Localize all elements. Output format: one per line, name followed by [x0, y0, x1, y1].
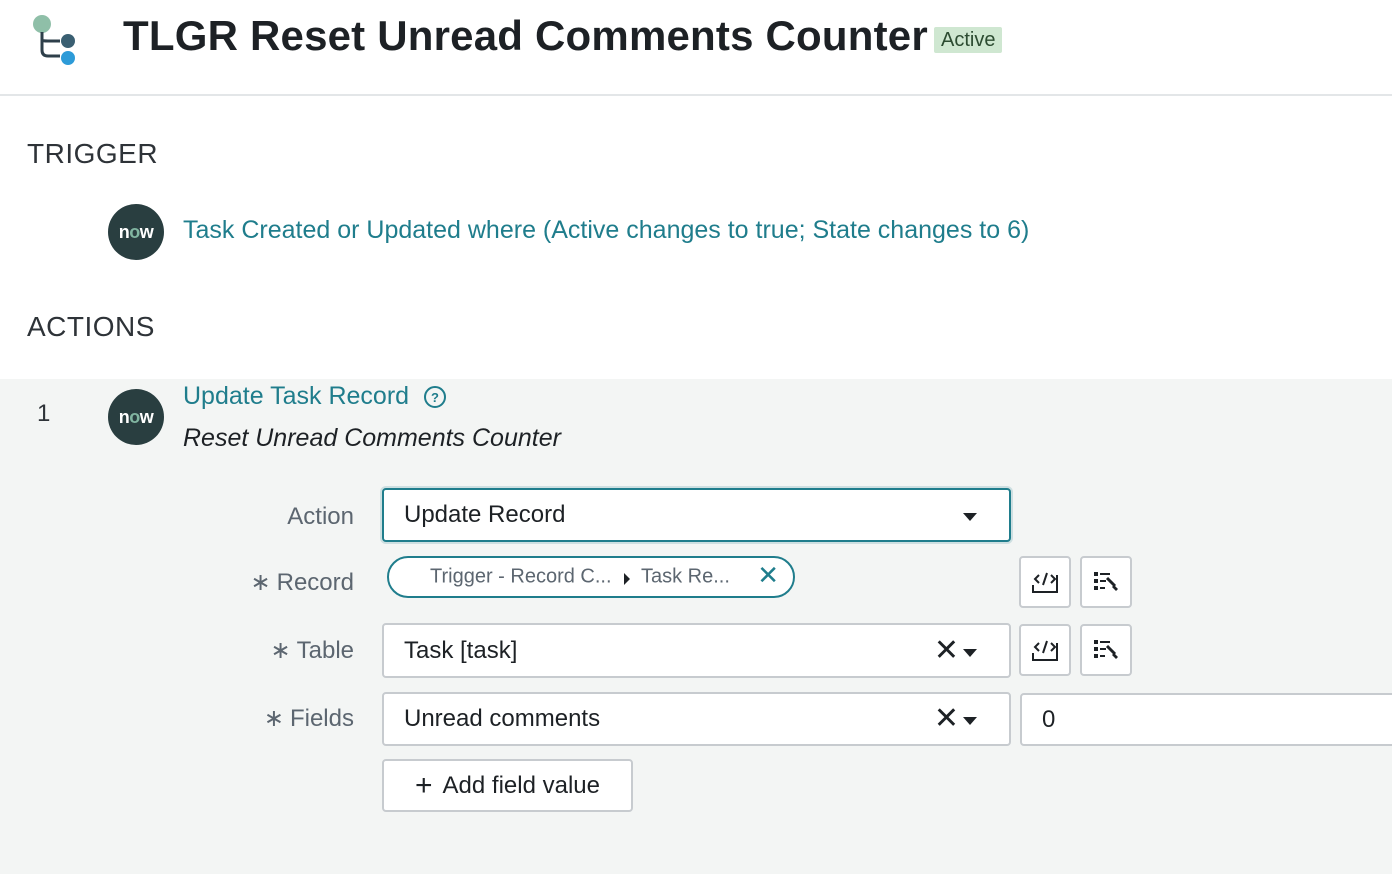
plus-icon: +: [415, 768, 433, 802]
record-field-label: ∗ Record: [154, 568, 354, 597]
data-pill-picker-button[interactable]: [1080, 624, 1132, 676]
clear-x-icon[interactable]: ✕: [934, 704, 959, 734]
field-value-input[interactable]: 0: [1020, 693, 1392, 746]
pill-segment-task: Task Re...: [641, 565, 730, 588]
script-button[interactable]: [1019, 624, 1071, 676]
data-pill-picker-icon: [1094, 572, 1118, 591]
record-data-pill[interactable]: Trigger - Record C... Task Re... ✕: [387, 556, 795, 598]
table-select[interactable]: Task [task] ✕: [382, 623, 1011, 678]
chevron-down-icon: [963, 717, 977, 725]
data-pill-picker-button[interactable]: [1080, 556, 1132, 608]
table-field-label: ∗ Table: [154, 636, 354, 665]
script-button[interactable]: [1019, 556, 1071, 608]
now-logo-o: o: [129, 221, 140, 242]
help-icon[interactable]: ?: [424, 386, 446, 408]
action-select-value: Update Record: [404, 501, 566, 528]
data-pill-picker-icon: [1094, 640, 1118, 659]
field-name-value: Unread comments: [404, 705, 601, 732]
action-select[interactable]: Update Record: [382, 488, 1011, 542]
action-subtitle: Reset Unread Comments Counter: [183, 424, 561, 452]
now-logo-text-end: w: [139, 406, 154, 427]
close-icon[interactable]: ✕: [757, 562, 779, 588]
asterisk-icon: ∗: [263, 705, 284, 732]
actions-section-label: ACTIONS: [27, 311, 155, 342]
pill-segment-trigger: Trigger - Record C...: [430, 565, 612, 588]
action-label-text: Action: [287, 503, 354, 530]
action-title-link[interactable]: Update Task Record: [183, 382, 409, 411]
chevron-right-icon: [624, 573, 630, 585]
table-label-text: Table: [296, 637, 354, 664]
asterisk-icon: ∗: [270, 637, 291, 664]
table-select-value: Task [task]: [404, 636, 518, 664]
action-step-number: 1: [37, 400, 51, 427]
clear-x-icon[interactable]: ✕: [934, 636, 959, 666]
flow-title: TLGR Reset Unread Comments Counter: [123, 12, 928, 59]
status-badge: Active: [934, 27, 1003, 53]
field-name-select[interactable]: Unread comments ✕: [382, 692, 1011, 746]
now-logo-text: n: [118, 221, 130, 242]
chevron-down-icon: [963, 649, 977, 657]
now-logo-icon: now: [108, 204, 164, 260]
fields-field-label: ∗ Fields: [154, 704, 354, 733]
trigger-section-label: TRIGGER: [27, 138, 159, 169]
now-logo-icon: now: [108, 389, 164, 445]
add-field-value-button[interactable]: + Add field value: [382, 759, 633, 812]
field-value-text: 0: [1042, 705, 1056, 733]
trigger-link[interactable]: Task Created or Updated where (Active ch…: [183, 216, 1029, 245]
script-icon: [1032, 640, 1058, 661]
script-icon: [1032, 572, 1058, 593]
add-field-value-label: Add field value: [442, 771, 600, 799]
record-label-text: Record: [276, 569, 354, 596]
asterisk-icon: ∗: [250, 569, 271, 596]
now-logo-text-end: w: [139, 221, 154, 242]
flow-designer-icon: [33, 15, 75, 65]
action-field-label: Action: [154, 503, 354, 531]
now-logo-o: o: [129, 406, 140, 427]
fields-label-text: Fields: [289, 705, 354, 732]
chevron-down-icon: [963, 513, 977, 521]
now-logo-text: n: [118, 406, 130, 427]
